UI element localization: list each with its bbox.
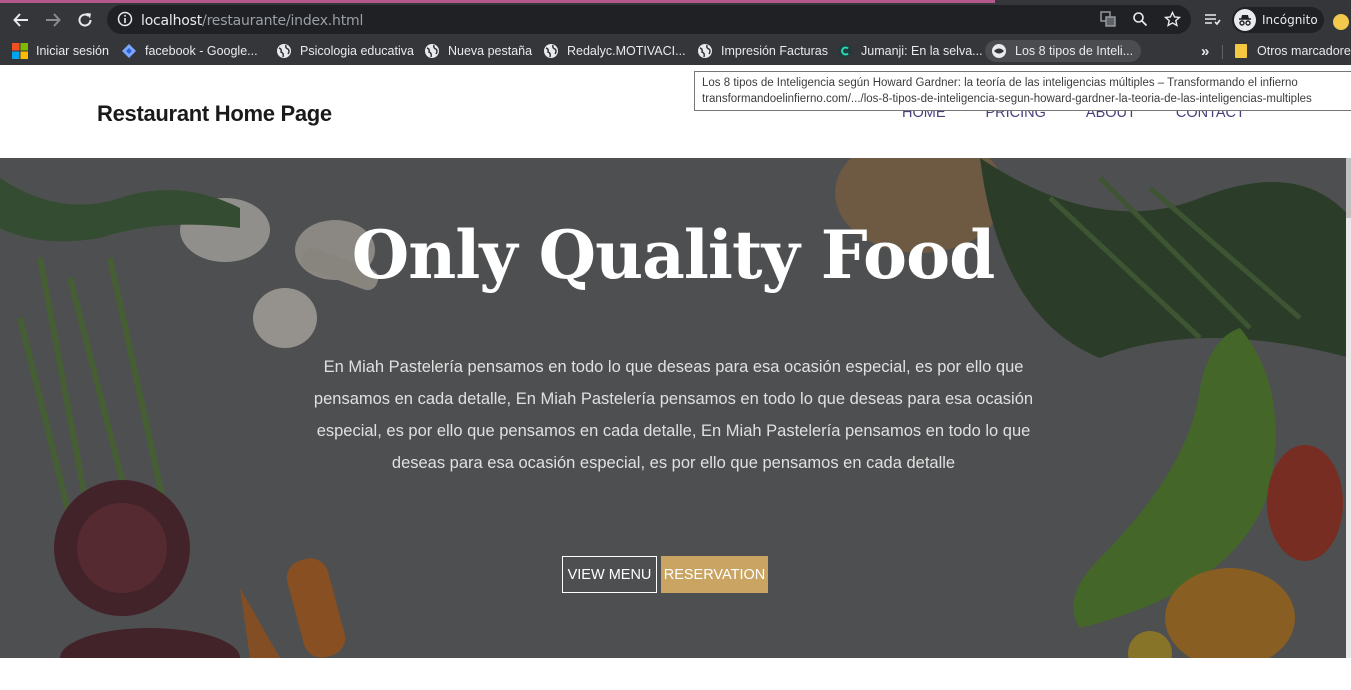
- url-text[interactable]: localhost/restaurante/index.html: [141, 13, 363, 29]
- view-menu-button[interactable]: VIEW MENU: [562, 556, 657, 593]
- hero-title: Only Quality Food: [351, 216, 996, 294]
- bookmark-tooltip: Los 8 tipos de Inteligencia según Howard…: [694, 71, 1351, 111]
- globe-icon: [543, 43, 559, 59]
- globe-icon: [276, 43, 292, 59]
- page-scrollbar[interactable]: [1346, 158, 1351, 658]
- extension-icon[interactable]: [1333, 14, 1349, 30]
- bookmark-star-icon[interactable]: [1163, 10, 1181, 28]
- reservation-button[interactable]: RESERVATION: [661, 556, 768, 593]
- bookmark-impresion-facturas[interactable]: Impresión Facturas: [697, 40, 828, 62]
- bookmarks-separator: [1222, 45, 1223, 59]
- tooltip-title: Los 8 tipos de Inteligencia según Howard…: [702, 77, 1298, 89]
- bookmark-redalyc[interactable]: Redalyc.MOTIVACI...: [543, 40, 686, 62]
- hero-description: En Miah Pastelería pensamos en todo lo q…: [313, 358, 1034, 472]
- site-brand[interactable]: Restaurant Home Page: [97, 101, 332, 127]
- browser-toolbar: localhost/restaurante/index.html Incógni…: [0, 3, 1351, 36]
- back-arrow-icon[interactable]: [8, 7, 34, 33]
- site-info-icon[interactable]: [116, 10, 134, 28]
- bookmark-nueva-pestana[interactable]: Nueva pestaña: [424, 40, 532, 62]
- bookmark-facebook-google[interactable]: facebook - Google...: [121, 40, 258, 62]
- hero-buttons: VIEW MENU RESERVATION: [562, 556, 768, 593]
- hero-section: Only Quality Food En Miah Pastelería pen…: [0, 158, 1351, 658]
- more-bookmarks-chevron-icon[interactable]: »: [1201, 40, 1209, 62]
- globe-icon: [697, 43, 713, 59]
- bookmark-jumanji[interactable]: Jumanji: En la selva...: [837, 40, 983, 62]
- google-drive-icon: [121, 43, 137, 59]
- folder-icon: [1233, 43, 1249, 59]
- web-page: Restaurant Home Page HOME PRICING ABOUT …: [0, 65, 1351, 690]
- translate-icon[interactable]: [1099, 10, 1117, 28]
- reload-icon[interactable]: [72, 7, 98, 33]
- bookmarks-bar: Iniciar sesión facebook - Google... Psic…: [0, 36, 1351, 65]
- scrollbar-thumb[interactable]: [1346, 158, 1351, 218]
- bookmark-8-tipos-inteligencia[interactable]: Los 8 tipos de Inteli...: [985, 40, 1142, 62]
- globe-icon: [424, 43, 440, 59]
- other-bookmarks[interactable]: Otros marcadores: [1233, 40, 1351, 62]
- incognito-profile-button[interactable]: Incógnito: [1232, 7, 1324, 33]
- forward-arrow-icon[interactable]: [40, 7, 66, 33]
- reading-list-icon[interactable]: [1203, 10, 1221, 28]
- microsoft-logo-icon: [12, 43, 28, 59]
- loading-globe-icon: [991, 43, 1007, 59]
- bookmark-iniciar-sesion[interactable]: Iniciar sesión: [12, 40, 109, 62]
- tooltip-url: transformandoelinfierno.com/.../los-8-ti…: [702, 93, 1312, 105]
- zoom-icon[interactable]: [1131, 10, 1149, 28]
- c-logo-icon: [837, 43, 853, 59]
- bookmark-psicologia-educativa[interactable]: Psicologia educativa: [276, 40, 414, 62]
- incognito-icon: [1234, 9, 1256, 31]
- profile-label: Incógnito: [1262, 13, 1318, 27]
